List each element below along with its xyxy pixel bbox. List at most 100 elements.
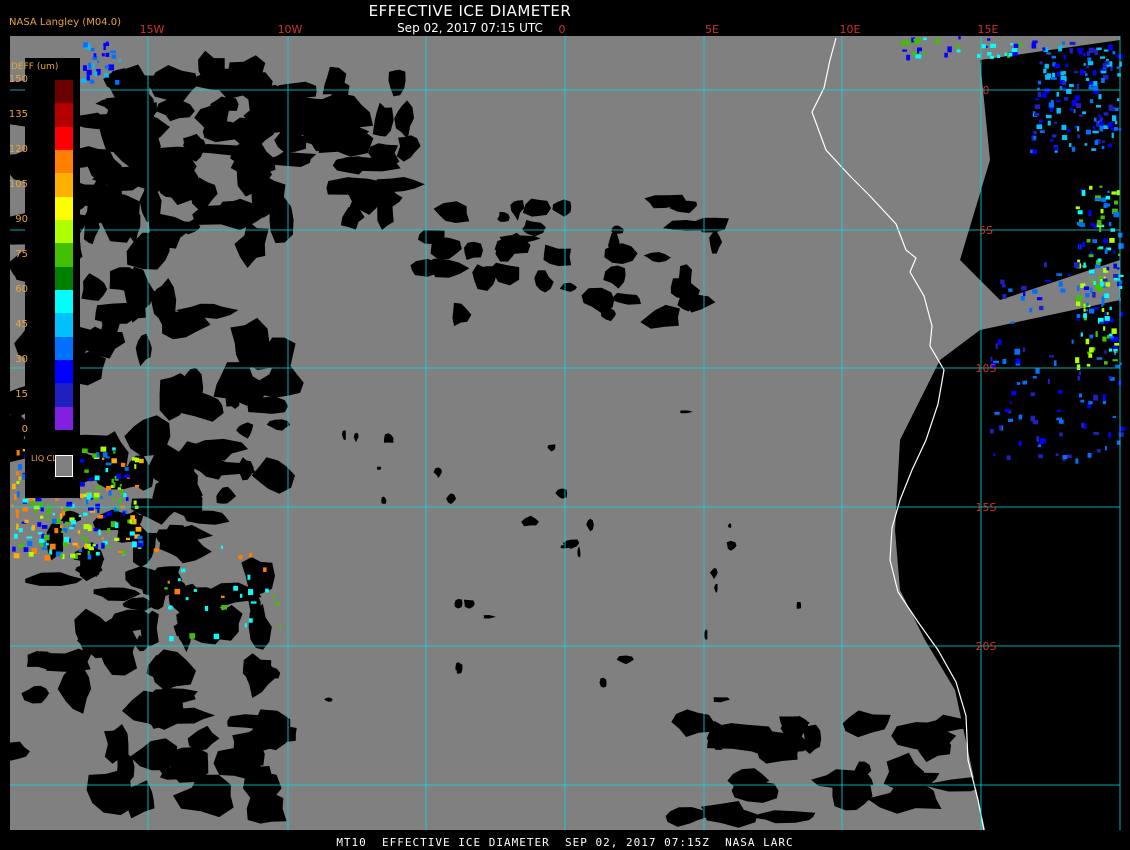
ice-cloud-pixel <box>1105 282 1111 287</box>
legend-color-swatch <box>55 173 73 198</box>
ice-cloud-pixel <box>1071 146 1076 152</box>
ice-cloud-pixel <box>1092 130 1095 134</box>
ice-cloud-pixel <box>1030 392 1036 397</box>
ice-cloud-pixel <box>990 356 993 362</box>
ice-cloud-pixel <box>1087 61 1094 66</box>
ice-cloud-pixel <box>1020 295 1025 301</box>
legend-color-swatch <box>55 383 73 408</box>
ice-cloud-pixel <box>18 464 23 470</box>
ice-cloud-pixel <box>1086 363 1091 367</box>
ice-cloud-pixel <box>263 567 267 572</box>
ice-cloud-pixel <box>1083 423 1087 429</box>
ice-cloud-pixel <box>902 49 907 52</box>
ice-cloud-pixel <box>46 517 50 521</box>
ice-cloud-pixel <box>1033 135 1037 140</box>
ice-cloud-pixel <box>1100 208 1104 214</box>
ice-cloud-pixel <box>124 467 129 471</box>
ice-cloud-pixel <box>1004 408 1010 413</box>
ice-cloud-pixel <box>100 496 103 499</box>
ice-cloud-pixel <box>63 520 66 524</box>
ice-cloud-pixel <box>27 541 33 547</box>
ice-cloud-pixel <box>1087 452 1092 458</box>
legend-tick-label: 135 <box>8 109 28 120</box>
ice-cloud-pixel <box>1099 185 1103 188</box>
ice-cloud-pixel <box>24 519 29 523</box>
ice-cloud-pixel <box>921 51 926 54</box>
latitude-label: 15S <box>976 501 997 514</box>
ice-cloud-pixel <box>1032 149 1037 155</box>
ice-cloud-pixel <box>1086 65 1089 69</box>
ice-cloud-pixel <box>137 542 143 548</box>
ice-cloud-pixel <box>987 52 992 56</box>
ice-cloud-pixel <box>1112 415 1117 418</box>
ice-cloud-pixel <box>117 550 123 553</box>
ice-cloud-pixel <box>1050 77 1057 80</box>
legend-color-swatch <box>55 126 73 151</box>
legend-color-swatch <box>55 150 73 174</box>
ice-cloud-pixel <box>88 477 93 482</box>
ice-cloud-pixel <box>1056 71 1060 77</box>
ice-cloud-pixel <box>122 511 126 516</box>
ice-cloud-pixel <box>1119 61 1122 67</box>
ice-cloud-pixel <box>1093 281 1096 286</box>
ice-cloud-pixel <box>1101 140 1105 143</box>
ice-cloud-pixel <box>1090 287 1093 293</box>
ice-cloud-pixel <box>1032 376 1037 379</box>
ice-cloud-pixel <box>1076 301 1081 307</box>
ice-cloud-pixel <box>922 37 927 41</box>
ice-cloud-pixel <box>117 487 122 490</box>
ice-cloud-pixel <box>1008 52 1013 57</box>
ice-cloud-pixel <box>1106 266 1110 271</box>
ice-cloud-pixel <box>1035 98 1040 101</box>
org-label: NASA Langley (M04.0) <box>9 17 121 28</box>
ice-cloud-pixel <box>49 543 56 550</box>
ice-cloud-pixel <box>1099 125 1104 132</box>
legend-title: DEFF (um) <box>11 62 59 72</box>
ice-cloud-pixel <box>1088 401 1093 405</box>
ice-cloud-pixel <box>958 36 961 40</box>
ice-cloud-pixel <box>115 522 119 529</box>
ice-cloud-pixel <box>1079 114 1083 117</box>
ice-cloud-pixel <box>34 509 38 513</box>
ice-cloud-pixel <box>129 519 133 524</box>
ice-cloud-pixel <box>1088 47 1095 53</box>
ice-cloud-pixel <box>1029 307 1033 313</box>
ice-cloud-pixel <box>16 481 20 484</box>
ice-cloud-pixel <box>59 513 63 520</box>
ice-cloud-pixel <box>49 549 53 555</box>
ice-cloud-pixel <box>193 589 197 592</box>
color-legend: DEFF (um) 150 135 120 105 90 75 60 45 30 15 0 LIQ … <box>9 58 80 498</box>
legend-tick-label: 90 <box>15 214 28 225</box>
ice-cloud-pixel <box>1108 104 1113 111</box>
ice-cloud-pixel <box>118 59 122 63</box>
ice-cloud-pixel <box>1069 83 1074 88</box>
ice-cloud-pixel <box>240 593 243 598</box>
ice-cloud-pixel <box>1041 92 1047 98</box>
ice-cloud-pixel <box>1083 63 1086 66</box>
ice-cloud-pixel <box>1071 339 1074 344</box>
legend-color-swatch <box>55 406 73 431</box>
ice-cloud-pixel <box>1035 368 1040 374</box>
ice-cloud-pixel <box>1103 112 1109 116</box>
ice-cloud-pixel <box>1077 134 1080 139</box>
ice-cloud-pixel <box>1093 431 1100 435</box>
ice-cloud-pixel <box>41 547 47 551</box>
ice-cloud-pixel <box>84 469 89 473</box>
ice-cloud-pixel <box>1111 132 1114 138</box>
ice-cloud-pixel <box>1112 345 1118 349</box>
ice-cloud-pixel <box>125 497 129 501</box>
ice-cloud-pixel <box>1058 390 1063 394</box>
ice-cloud-pixel <box>1083 308 1086 312</box>
ice-cloud-pixel <box>14 494 17 500</box>
ice-cloud-pixel <box>1039 438 1046 444</box>
ice-cloud-pixel <box>1039 119 1044 123</box>
ice-cloud-pixel <box>95 503 100 510</box>
ice-cloud-pixel <box>1104 446 1107 451</box>
ice-cloud-pixel <box>1033 112 1040 117</box>
ice-cloud-pixel <box>101 53 105 57</box>
ice-cloud-pixel <box>1099 56 1106 59</box>
ice-cloud-pixel <box>28 552 34 557</box>
ice-cloud-pixel <box>23 547 29 552</box>
ice-cloud-pixel <box>69 527 74 530</box>
ice-cloud-pixel <box>97 508 100 513</box>
